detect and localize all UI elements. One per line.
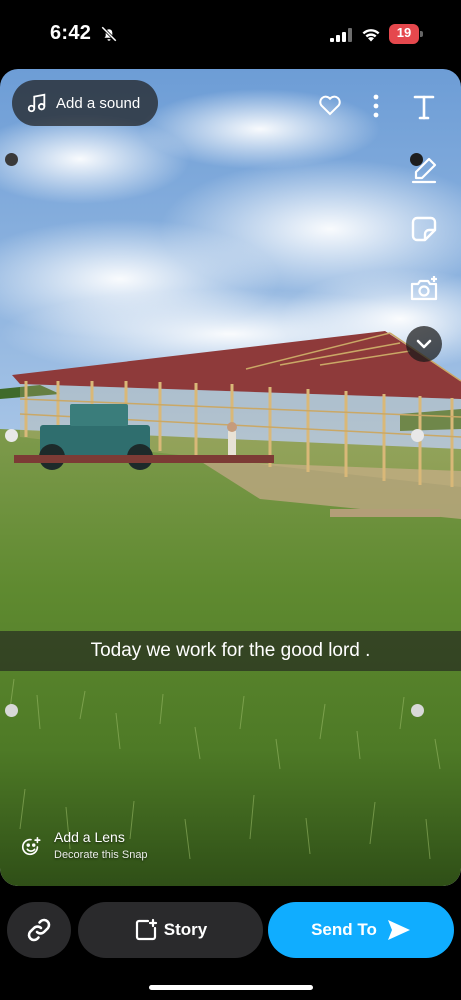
- snap-photo: [0, 69, 461, 886]
- lens-texts: Add a Lens Decorate this Snap: [54, 829, 148, 861]
- send-arrow-icon: [387, 920, 410, 940]
- camera-tool-button[interactable]: [405, 270, 443, 308]
- text-tool-button[interactable]: [405, 88, 443, 126]
- right-handle-dot[interactable]: [411, 429, 424, 442]
- left-handle-dot[interactable]: [5, 153, 18, 166]
- add-lens-subtitle: Decorate this Snap: [54, 849, 148, 861]
- bottom-action-bar: Story Send To: [0, 895, 461, 1000]
- right-handle-dot[interactable]: [410, 153, 423, 166]
- add-sound-label: Add a sound: [56, 94, 141, 112]
- heart-icon[interactable]: [318, 94, 342, 116]
- battery-cap: [420, 31, 423, 37]
- music-note-icon: [27, 93, 46, 113]
- battery-icon: 19: [389, 24, 423, 44]
- story-label: Story: [163, 920, 208, 939]
- add-lens-title: Add a Lens: [54, 829, 125, 845]
- attach-link-button[interactable]: [7, 902, 71, 958]
- send-to-button[interactable]: Send To: [268, 902, 454, 958]
- text-tool-icon: [413, 95, 435, 120]
- chevron-down-icon: [416, 339, 432, 349]
- wifi-icon: [362, 29, 380, 42]
- snap-preview[interactable]: Add a sound Today we work for the good l…: [0, 69, 461, 886]
- sticker-icon: [411, 216, 437, 242]
- add-sound-button[interactable]: Add a sound: [12, 80, 158, 126]
- story-add-icon: [135, 918, 157, 941]
- left-handle-dot[interactable]: [5, 429, 18, 442]
- right-handle-dot[interactable]: [411, 704, 424, 717]
- caption-text: Today we work for the good lord .: [90, 640, 371, 661]
- sticker-tool-button[interactable]: [405, 210, 443, 248]
- caption-bar[interactable]: Today we work for the good lord .: [0, 631, 461, 671]
- link-icon: [27, 918, 51, 942]
- home-indicator: [149, 985, 313, 990]
- send-to-label: Send To: [311, 920, 377, 939]
- camera-plus-icon: [410, 276, 438, 301]
- bell-slash-icon: [101, 26, 117, 42]
- more-vertical-icon[interactable]: [370, 93, 382, 119]
- status-bar: 6:42 19: [0, 0, 461, 66]
- left-handle-dot[interactable]: [5, 704, 18, 717]
- status-time: 6:42: [50, 22, 92, 44]
- more-tools-button[interactable]: [406, 326, 442, 362]
- add-lens-button[interactable]: Add a Lens Decorate this Snap: [20, 829, 148, 869]
- smiley-plus-icon: [21, 837, 41, 856]
- story-button[interactable]: Story: [78, 902, 263, 958]
- cellular-signal-icon: [330, 28, 352, 42]
- battery-level: 19: [396, 25, 412, 40]
